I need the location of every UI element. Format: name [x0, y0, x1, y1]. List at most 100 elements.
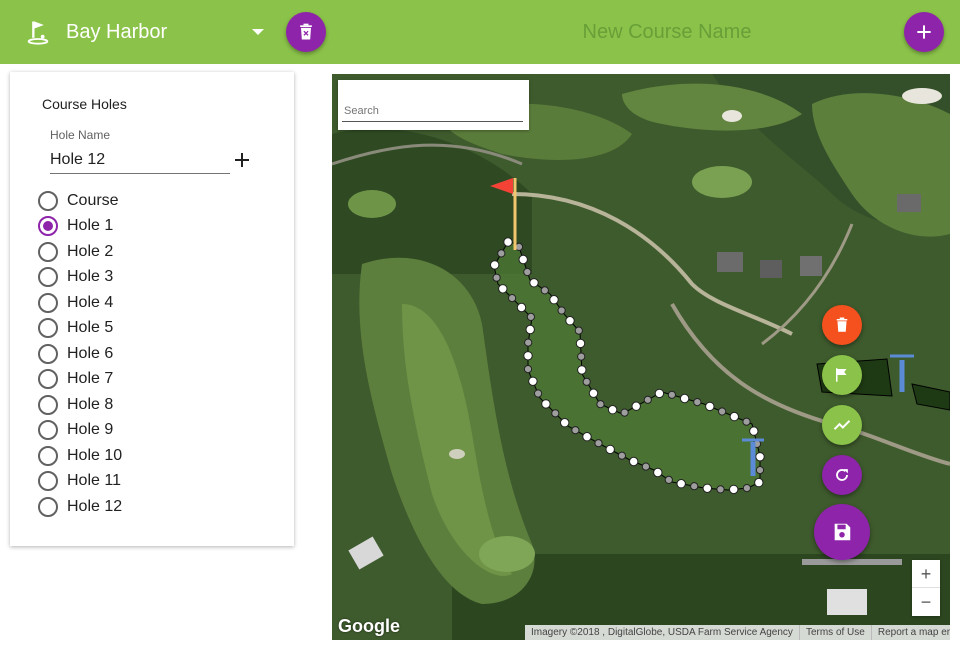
hole-radio-item[interactable]: Hole 10 [38, 443, 278, 469]
hole-radio-item[interactable]: Hole 2 [38, 239, 278, 265]
outline-vertex-handle[interactable] [679, 393, 690, 404]
outline-vertex-handle[interactable] [565, 316, 575, 326]
hole-radio-item[interactable]: Hole 11 [38, 469, 278, 495]
outline-vertex-handle[interactable] [588, 388, 599, 398]
outline-vertex-handle[interactable] [582, 432, 592, 442]
outline-vertex-handle[interactable] [523, 351, 533, 361]
hole-radio-item[interactable]: Hole 6 [38, 341, 278, 367]
hole-radio-item[interactable]: Course [38, 188, 278, 214]
outline-vertex-handle[interactable] [749, 426, 759, 436]
flag-button[interactable] [822, 355, 862, 395]
outline-vertex-handle[interactable] [643, 395, 652, 404]
outline-vertex-handle[interactable] [490, 260, 500, 270]
satellite-map[interactable]: + − Google Imagery ©2018 , DigitalGlobe,… [332, 74, 950, 640]
outline-vertex-handle[interactable] [498, 284, 508, 294]
outline-vertex-handle[interactable] [742, 417, 751, 426]
hole-radio-item[interactable]: Hole 8 [38, 392, 278, 418]
outline-vertex-handle[interactable] [755, 452, 765, 462]
outline-vertex-handle[interactable] [529, 278, 539, 288]
outline-vertex-handle[interactable] [617, 451, 626, 460]
radio-button[interactable] [38, 394, 58, 415]
outline-vertex-handle[interactable] [497, 249, 506, 258]
outline-vertex-handle[interactable] [571, 426, 580, 435]
outline-vertex-handle[interactable] [516, 302, 527, 313]
outline-vertex-handle[interactable] [729, 411, 739, 422]
add-course-button[interactable] [904, 12, 944, 52]
outline-vertex-handle[interactable] [690, 482, 699, 491]
radio-button[interactable] [38, 369, 58, 390]
radio-button[interactable] [38, 292, 58, 313]
radio-button[interactable] [38, 267, 58, 288]
outline-vertex-handle[interactable] [523, 267, 532, 277]
outline-vertex-handle[interactable] [631, 401, 641, 411]
hole-radio-item[interactable]: Hole 7 [38, 367, 278, 393]
radio-button[interactable] [38, 420, 58, 441]
outline-vertex-handle[interactable] [492, 273, 501, 282]
outline-vertex-handle[interactable] [754, 477, 764, 488]
outline-vertex-handle[interactable] [729, 484, 739, 495]
outline-vertex-handle[interactable] [528, 376, 538, 386]
outline-vertex-handle[interactable] [654, 388, 665, 399]
zoom-in-button[interactable]: + [912, 560, 940, 588]
outline-vertex-handle[interactable] [574, 326, 583, 335]
outline-vertex-handle[interactable] [667, 390, 676, 399]
radio-button[interactable] [38, 496, 58, 517]
course-select[interactable]: Bay Harbor [66, 18, 272, 46]
map-search-input[interactable] [342, 100, 523, 122]
outline-vertex-handle[interactable] [577, 352, 586, 361]
outline-vertex-handle[interactable] [718, 407, 727, 416]
outline-vertex-handle[interactable] [503, 237, 513, 247]
delete-course-button[interactable] [286, 12, 326, 52]
delete-shape-button[interactable] [822, 305, 862, 345]
outline-vertex-handle[interactable] [705, 401, 715, 412]
radio-button[interactable] [38, 471, 58, 492]
outline-vertex-handle[interactable] [629, 456, 639, 467]
outline-vertex-handle[interactable] [620, 408, 629, 417]
outline-vertex-handle[interactable] [541, 399, 551, 409]
hole-radio-item[interactable]: Hole 9 [38, 418, 278, 444]
save-button[interactable] [814, 504, 870, 560]
outline-vertex-handle[interactable] [557, 306, 566, 315]
radio-button[interactable] [38, 190, 58, 211]
outline-vertex-handle[interactable] [582, 377, 591, 386]
zoom-out-button[interactable]: − [912, 588, 940, 616]
outline-vertex-handle[interactable] [605, 444, 615, 455]
course-name-field[interactable]: New Course Name [520, 16, 814, 48]
outline-vertex-handle[interactable] [575, 338, 586, 349]
outline-vertex-handle[interactable] [594, 439, 603, 448]
outline-vertex-handle[interactable] [664, 475, 673, 484]
polyline-button[interactable] [822, 405, 862, 445]
radio-button[interactable] [38, 318, 58, 339]
outline-vertex-handle[interactable] [653, 467, 663, 478]
hole-radio-item[interactable]: Hole 4 [38, 290, 278, 316]
report-map-error-link[interactable]: Report a map error [872, 625, 950, 640]
outline-vertex-handle[interactable] [676, 479, 686, 489]
outline-vertex-handle[interactable] [716, 485, 725, 494]
outline-vertex-handle[interactable] [549, 295, 559, 305]
reset-button[interactable] [822, 455, 862, 495]
hole-radio-item[interactable]: Hole 5 [38, 316, 278, 342]
hole-radio-item[interactable]: Hole 12 [38, 494, 278, 520]
outline-vertex-handle[interactable] [551, 409, 560, 418]
outline-vertex-handle[interactable] [742, 484, 751, 493]
radio-button[interactable] [38, 216, 58, 237]
terms-of-use-link[interactable]: Terms of Use [800, 625, 872, 640]
outline-vertex-handle[interactable] [641, 462, 650, 471]
outline-vertex-handle[interactable] [596, 400, 605, 409]
add-hole-icon[interactable] [230, 148, 254, 172]
hole-radio-item[interactable]: Hole 3 [38, 265, 278, 291]
radio-button[interactable] [38, 241, 58, 262]
outline-vertex-handle[interactable] [534, 389, 543, 398]
radio-button[interactable] [38, 343, 58, 364]
outline-vertex-handle[interactable] [526, 312, 535, 321]
outline-vertex-handle[interactable] [577, 365, 587, 375]
outline-vertex-handle[interactable] [540, 286, 549, 295]
outline-vertex-handle[interactable] [524, 338, 533, 347]
outline-vertex-handle[interactable] [508, 294, 517, 303]
outline-vertex-handle[interactable] [560, 418, 570, 428]
outline-vertex-handle[interactable] [523, 365, 533, 374]
outline-vertex-handle[interactable] [702, 483, 712, 493]
outline-vertex-handle[interactable] [755, 466, 765, 475]
outline-vertex-handle[interactable] [607, 405, 618, 415]
outline-vertex-handle[interactable] [693, 398, 702, 407]
